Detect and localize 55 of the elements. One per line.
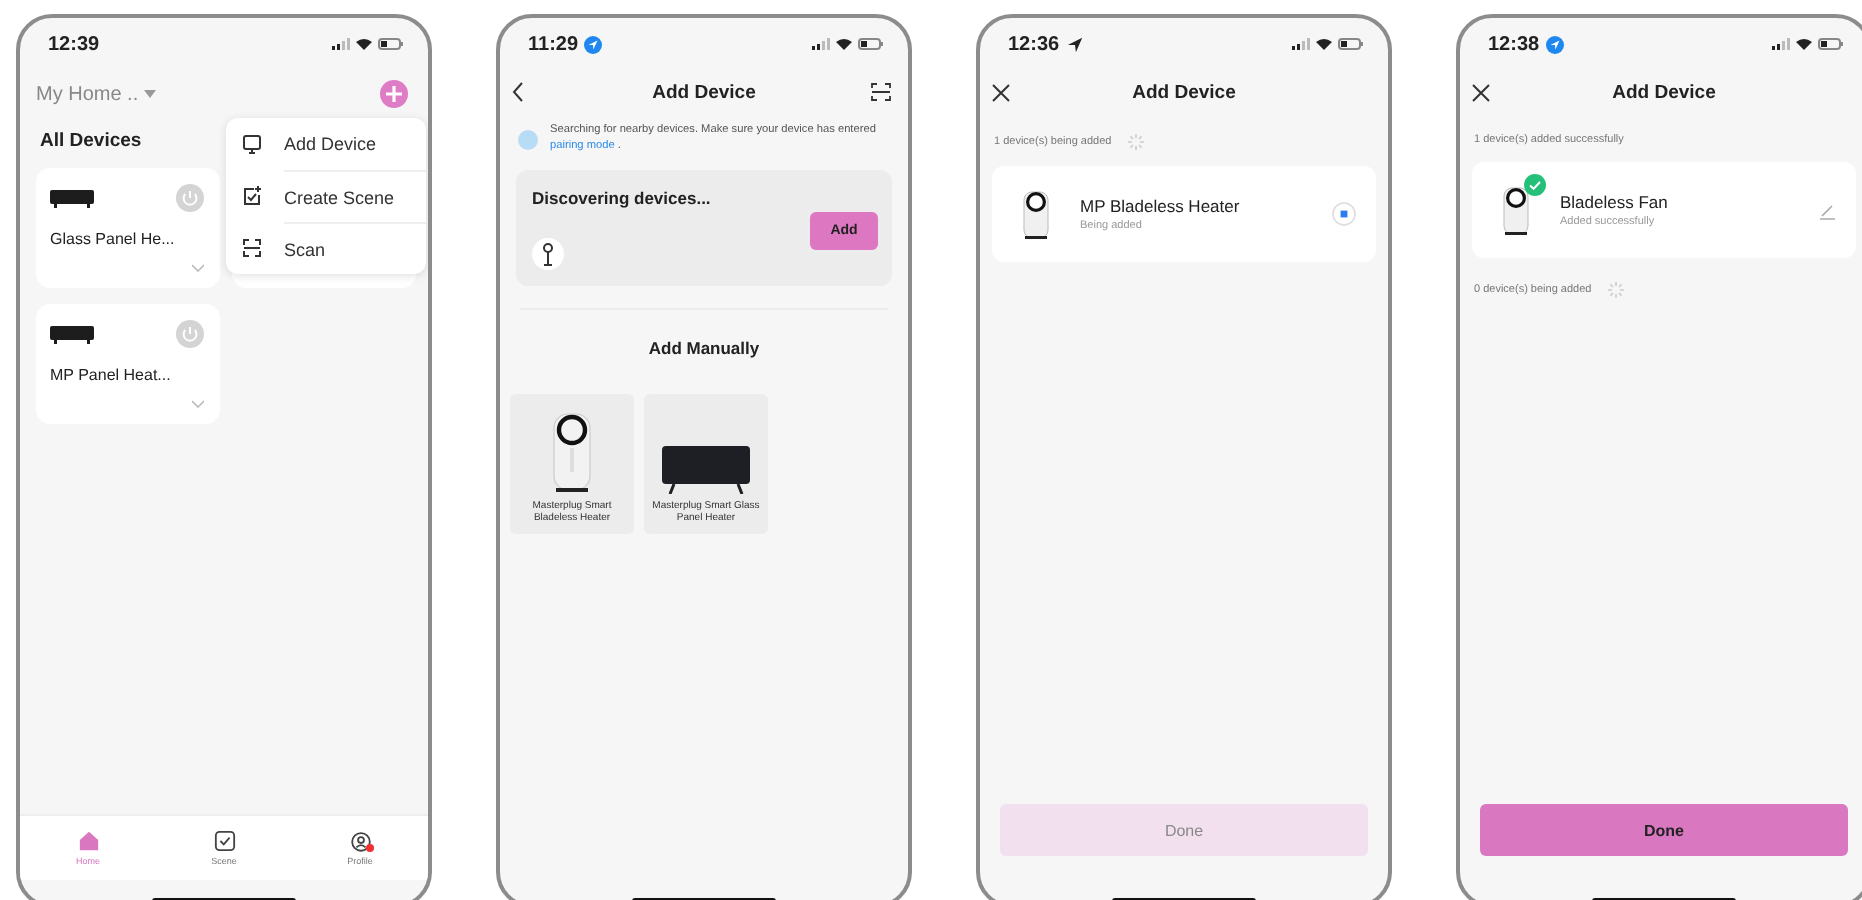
radar-icon (518, 130, 538, 150)
chevron-icon (192, 264, 204, 272)
section-title: Add Manually (646, 338, 762, 359)
status-time: 12:36 (1008, 33, 1060, 55)
fan-heater-drawing (552, 409, 592, 494)
menu-item[interactable]: Create Scene (284, 169, 426, 223)
heater-icon (50, 325, 94, 343)
device-card[interactable]: Glass Panel He... (36, 168, 220, 288)
status-time: 12:39 (48, 33, 100, 55)
done-button[interactable]: Done (1480, 804, 1848, 856)
screen-title: Add Device (1132, 81, 1236, 103)
signal-icon (812, 38, 830, 50)
caret-icon (144, 90, 157, 98)
signal-icon (1772, 38, 1790, 50)
chevron-icon (192, 400, 204, 408)
battery-icon (858, 38, 884, 50)
screen-title: Add Device (1612, 81, 1716, 103)
fan-heater-drawing (1502, 184, 1530, 236)
device-name: MP Panel Heat... (50, 366, 173, 384)
heater-icon (50, 189, 94, 207)
battery-icon (1818, 38, 1844, 50)
scan-icon[interactable] (870, 82, 892, 102)
profile-icon (349, 830, 371, 852)
panel-heater-drawing (662, 445, 750, 494)
device-card[interactable]: MP Panel Heat... (36, 304, 220, 424)
wifi-icon (1316, 38, 1332, 50)
battery-icon (378, 38, 404, 50)
add-button[interactable] (380, 80, 408, 108)
device-name: Bladeless Fan (1560, 192, 1668, 212)
discovery-title: Discovering devices... (532, 188, 713, 209)
checkbox-plus-icon (242, 186, 262, 206)
section-title: All Devices (40, 130, 142, 152)
device-name: Glass Panel He... (50, 230, 177, 248)
checkbox-icon (213, 830, 235, 852)
back-icon[interactable] (512, 82, 524, 102)
wifi-icon (836, 38, 852, 50)
menu-item[interactable]: Add Device (284, 118, 426, 170)
home-selector[interactable]: My Home .. (36, 83, 139, 105)
signal-icon (332, 38, 350, 50)
scan-icon (242, 238, 262, 258)
battery-icon (1338, 38, 1364, 50)
house-icon (77, 830, 99, 852)
signal-icon (1292, 38, 1310, 50)
status-time: 12:38 (1488, 33, 1540, 55)
close-icon[interactable] (1472, 83, 1490, 101)
screen-title: Add Device (652, 81, 756, 103)
wifi-icon (1796, 38, 1812, 50)
fan-icon (532, 238, 564, 271)
fan-heater-drawing (1022, 188, 1050, 240)
device-name: MP Bladeless Heater (1080, 196, 1240, 216)
menu-item[interactable]: Scan (284, 221, 426, 275)
monitor-icon (242, 134, 262, 154)
status-time: 11:29 (528, 33, 579, 55)
close-icon[interactable] (992, 83, 1010, 101)
wifi-icon (356, 38, 372, 50)
